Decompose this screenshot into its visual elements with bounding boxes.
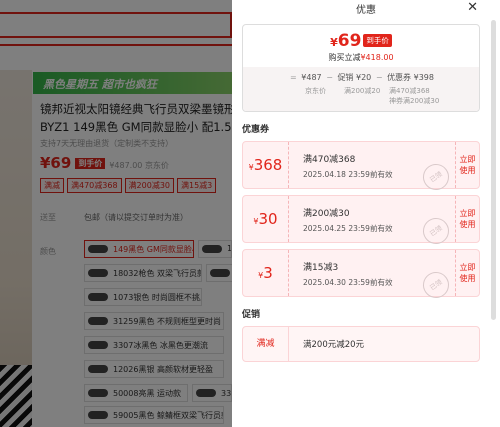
- modal-title: 优惠: [356, 5, 376, 16]
- price-breakdown-card: ¥69 到手价 购买立减¥418.00 = ¥487 − 促销 ¥20 − 优惠券…: [242, 24, 480, 112]
- sublabel-coupon2: 神券满200减30: [389, 97, 440, 105]
- promotion-card: 满减 满200元减20元: [242, 326, 480, 362]
- coupon-card[interactable]: ¥30 满200减30 2025.04.25 23:59前有效 已领 立即使用: [242, 195, 480, 250]
- coupon-condition: 满15减3: [303, 263, 339, 273]
- coupon-expiry: 2025.04.25 23:59前有效: [303, 224, 393, 233]
- sublabel-coupon1: 满470减368: [389, 87, 430, 95]
- modal-scrollbar[interactable]: [487, 18, 500, 427]
- coupon-card[interactable]: ¥3 满15减3 2025.04.30 23:59前有效 已领 立即使用: [242, 249, 480, 304]
- jd-price: ¥487: [301, 73, 322, 82]
- use-coupon-button[interactable]: 立即使用: [455, 196, 479, 242]
- coupon-condition: 满470减368: [303, 155, 356, 165]
- coupon-amount: ¥3: [243, 250, 289, 296]
- coupon-amount: ¥30: [243, 196, 289, 242]
- final-price: ¥69: [330, 31, 362, 51]
- coupon-expiry: 2025.04.30 23:59前有效: [303, 278, 393, 287]
- promotion-description: 满200元减20元: [303, 340, 365, 350]
- use-coupon-button[interactable]: 立即使用: [455, 250, 479, 296]
- modal-content[interactable]: ¥69 到手价 购买立减¥418.00 = ¥487 − 促销 ¥20 − 优惠券…: [232, 18, 487, 427]
- coupon-section-title: 优惠券: [242, 125, 270, 135]
- coupon-amount: ¥398: [413, 73, 434, 82]
- promo-label: 促销: [337, 73, 354, 82]
- coupon-amount: ¥368: [243, 142, 289, 188]
- promo-amount: ¥20: [355, 73, 372, 82]
- coupon-card[interactable]: ¥368 满470减368 2025.04.18 23:59前有效 已领 立即使…: [242, 141, 480, 196]
- claimed-stamp-icon: 已领: [417, 212, 455, 250]
- instant-saving: 购买立减¥418.00: [328, 53, 394, 62]
- promo-section-title: 促销: [242, 310, 261, 320]
- scrollbar-thumb[interactable]: [491, 20, 496, 320]
- coupon-label: 优惠券: [387, 73, 412, 82]
- sublabel-promo: 满200减20: [344, 87, 381, 95]
- formula-line: = ¥487 − 促销 ¥20 − 优惠券 ¥398: [290, 73, 434, 82]
- use-coupon-button[interactable]: 立即使用: [455, 142, 479, 188]
- discount-modal: 优惠 ✕ ¥69到手价 购买立减¥418.00 = ¥487 − 促销 ¥20: [232, 0, 500, 427]
- coupon-expiry: 2025.04.18 23:59前有效: [303, 170, 393, 179]
- promotion-type: 满减: [243, 327, 289, 361]
- price-tag: 到手价: [363, 34, 392, 47]
- modal-header: 优惠 ✕: [232, 0, 500, 18]
- formula-sublabels: 京东价 满200减20 满470减368 神券满200减30: [243, 83, 479, 105]
- close-icon[interactable]: ✕: [467, 0, 478, 15]
- coupon-condition: 满200减30: [303, 209, 350, 219]
- claimed-stamp-icon: 已领: [417, 158, 455, 196]
- sublabel-jd-price: 京东价: [305, 87, 326, 95]
- saving-amount: ¥418.00: [360, 53, 394, 62]
- final-price-block: ¥69 到手价 购买立减¥418.00: [243, 25, 479, 67]
- claimed-stamp-icon: 已领: [417, 266, 455, 304]
- price-formula: = ¥487 − 促销 ¥20 − 优惠券 ¥398 京东价 满200减20 满…: [243, 67, 479, 111]
